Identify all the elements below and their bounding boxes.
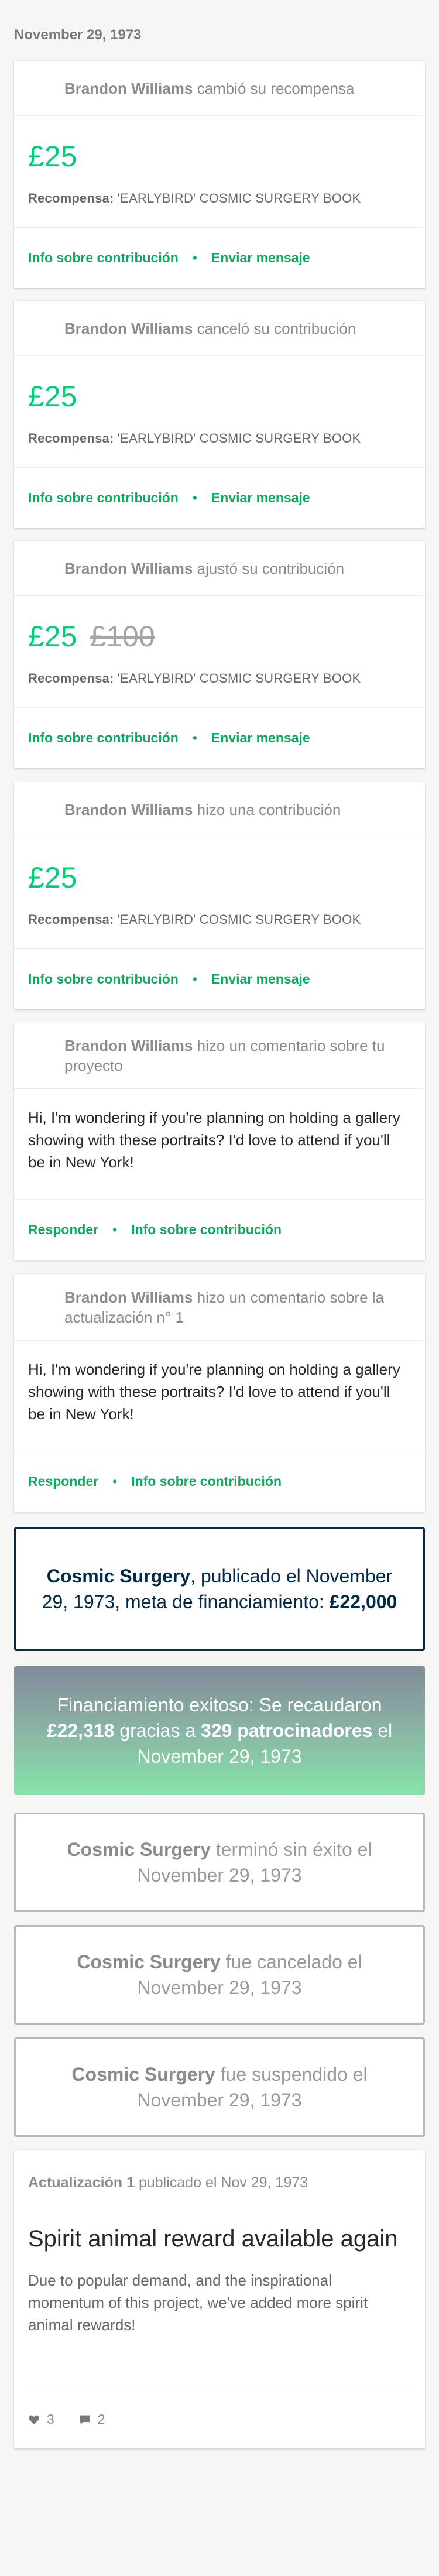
pledge-info-link[interactable]: Info sobre contribución [28,490,179,506]
send-message-link[interactable]: Enviar mensaje [211,250,310,266]
update-stats: 3 2 [28,2390,411,2448]
project-unsuccessful-box: Cosmic Surgery terminó sin éxito el Nove… [14,1813,425,1912]
update-excerpt: Due to popular demand, and the inspirati… [28,2272,368,2334]
project-name[interactable]: Cosmic Surgery [47,1566,190,1587]
backer-name[interactable]: Brandon Williams [64,801,193,818]
reward-line: Recompensa: 'EARLYBIRD' COSMIC SURGERY B… [28,912,361,927]
comments-count: 2 [97,2411,105,2427]
project-name[interactable]: Cosmic Surgery [67,1839,210,1860]
separator-dot: • [192,490,197,505]
separator-dot: • [192,730,197,745]
date-header: November 29, 1973 [14,27,142,43]
project-name[interactable]: Cosmic Surgery [77,1951,220,1972]
commenter-name[interactable]: Brandon Williams [64,1289,193,1306]
reply-link[interactable]: Responder [28,1222,98,1238]
heart-icon [28,2415,40,2424]
activity-action: cambió su recompensa [197,79,355,97]
pledge-info-link[interactable]: Info sobre contribución [131,1474,282,1489]
activity-card: Brandon Williams cambió su recompensa £2… [14,61,425,288]
update-card[interactable]: Actualización 1 publicado el Nov 29, 197… [14,2150,425,2448]
amount-raised: £22,318 [46,1720,115,1741]
reply-link[interactable]: Responder [28,1474,98,1489]
backer-name[interactable]: Brandon Williams [64,560,193,577]
pledge-info-link[interactable]: Info sobre contribución [28,250,179,266]
activity-action: ajustó su contribución [197,559,345,577]
activity-card-header: Brandon Williams cambió su recompensa [14,61,425,116]
separator-dot: • [112,1222,118,1237]
activity-card-header: Brandon Williams ajustó su contribución [14,541,425,596]
separator-dot: • [112,1474,118,1489]
activity-feed: November 29, 1973 Brandon Williams cambi… [0,0,439,2576]
comment-icon [80,2415,90,2424]
funding-goal: £22,000 [329,1591,397,1612]
activity-card-header: Brandon Williams canceló su contribución [14,301,425,356]
backer-count: 329 patrocinadores [201,1720,373,1741]
activity-card: Brandon Williams ajustó su contribución … [14,541,425,768]
reward-line: Recompensa: 'EARLYBIRD' COSMIC SURGERY B… [28,671,361,686]
update-title[interactable]: Spirit animal reward available again [28,2224,411,2254]
pledge-amount: £25 [28,620,77,653]
pledge-amount: £25 [28,861,77,894]
project-launched-box: Cosmic Surgery, publicado el November 29… [14,1527,425,1651]
comment-text: Hi, I'm wondering if you're planning on … [28,1109,400,1171]
project-canceled-box: Cosmic Surgery fue cancelado el November… [14,1925,425,2025]
likes-counter[interactable]: 3 [28,2411,54,2427]
comment-text: Hi, I'm wondering if you're planning on … [28,1361,400,1423]
activity-card: Brandon Williams hizo una contribución £… [14,782,425,1009]
comment-card: Brandon Williams hizo un comentario sobr… [14,1274,425,1512]
comments-counter[interactable]: 2 [79,2411,105,2427]
pledge-amount: £25 [28,140,77,173]
reward-line: Recompensa: 'EARLYBIRD' COSMIC SURGERY B… [28,191,361,205]
comment-card-header: Brandon Williams hizo un comentario sobr… [14,1022,425,1089]
update-meta: Actualización 1 publicado el Nov 29, 197… [28,2174,308,2191]
send-message-link[interactable]: Enviar mensaje [211,971,310,987]
likes-count: 3 [47,2411,54,2427]
project-suspended-box: Cosmic Surgery fue suspendido el Novembe… [14,2037,425,2137]
update-number: Actualización 1 [28,2174,135,2191]
comment-card: Brandon Williams hizo un comentario sobr… [14,1022,425,1260]
activity-action: hizo una contribución [197,800,341,818]
separator-dot: • [192,971,197,986]
pledge-info-link[interactable]: Info sobre contribución [28,971,179,987]
funding-success-box: Financiamiento exitoso: Se recaudaron £2… [14,1666,425,1795]
activity-card: Brandon Williams canceló su contribución… [14,301,425,528]
project-name[interactable]: Cosmic Surgery [71,2064,215,2085]
pledge-info-link[interactable]: Info sobre contribución [28,730,179,746]
comment-card-header: Brandon Williams hizo un comentario sobr… [14,1274,425,1341]
backer-name[interactable]: Brandon Williams [64,320,193,337]
pledge-amount: £25 [28,380,77,413]
backer-name[interactable]: Brandon Williams [64,80,193,97]
send-message-link[interactable]: Enviar mensaje [211,730,310,746]
previous-pledge-amount: £100 [90,620,155,653]
commenter-name[interactable]: Brandon Williams [64,1037,193,1054]
activity-action: canceló su contribución [197,319,356,337]
activity-card-header: Brandon Williams hizo una contribución [14,782,425,837]
pledge-info-link[interactable]: Info sobre contribución [131,1222,282,1238]
send-message-link[interactable]: Enviar mensaje [211,490,310,506]
separator-dot: • [192,250,197,265]
reward-line: Recompensa: 'EARLYBIRD' COSMIC SURGERY B… [28,431,361,446]
